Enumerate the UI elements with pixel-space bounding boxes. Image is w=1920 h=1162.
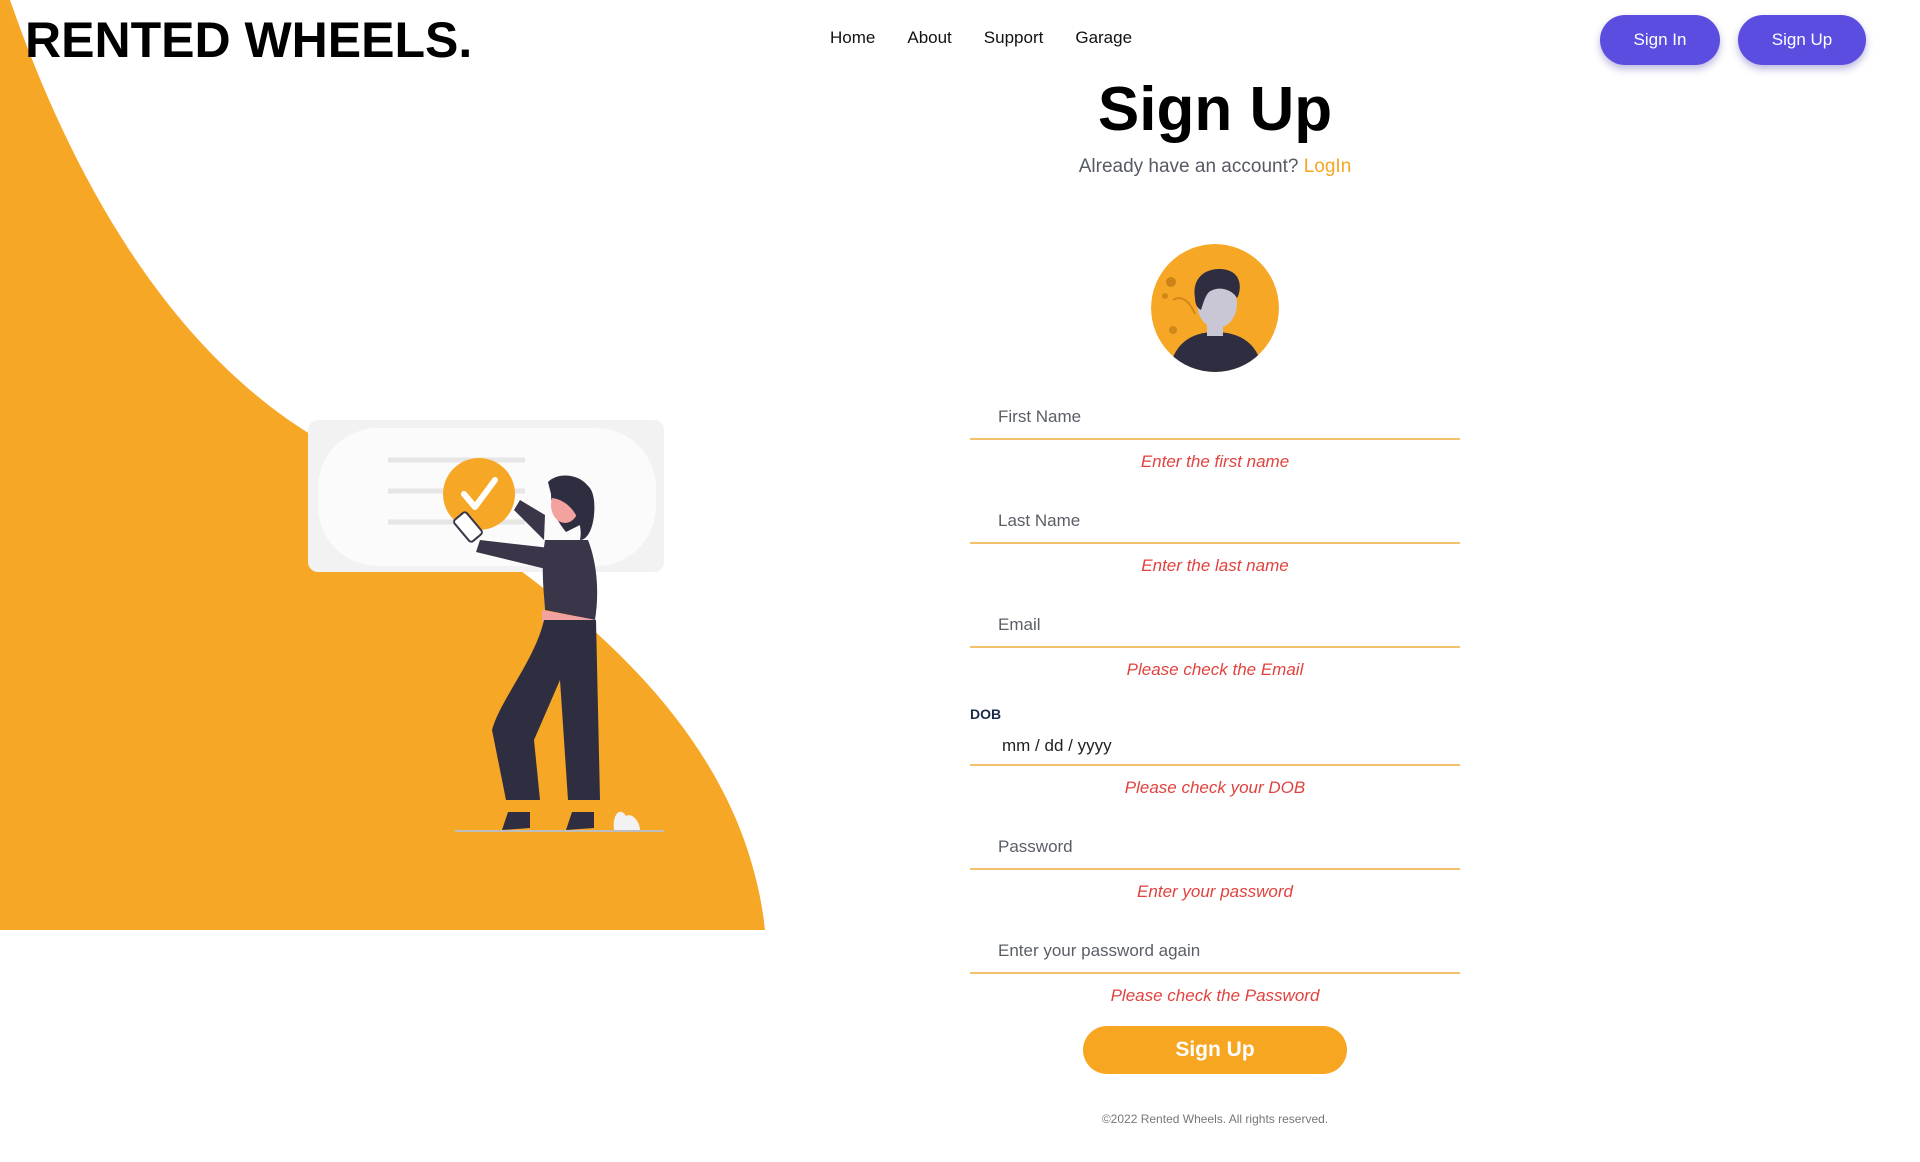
last-name-field[interactable] [970,500,1460,544]
nav-link-support[interactable]: Support [984,28,1044,48]
first-name-error: Enter the first name [1140,452,1290,471]
sign-up-submit-button[interactable]: Sign Up [1083,1026,1347,1074]
sign-in-button[interactable]: Sign In [1600,15,1720,65]
footer-copyright: ©2022 Rented Wheels. All rights reserved… [1101,1112,1329,1126]
signup-form: Sign Up Already have an account? LogIn F… [970,70,1460,1126]
main-nav: Home About Support Garage [830,28,1132,48]
last-name-group: Enter the last name [970,500,1460,576]
hero-illustration [0,0,765,930]
password-confirm-group: Please check the Password [970,930,1460,1006]
checkmark-icon [443,458,515,530]
page-title: Sign Up [1097,75,1333,144]
first-name-group: Enter the first name [970,396,1460,472]
password-field[interactable] [970,826,1460,870]
avatar-container [970,244,1460,372]
submit-container: Sign Up [970,1026,1460,1074]
user-avatar-icon [1151,244,1279,372]
password-confirm-error: Please check the Password [1110,986,1320,1005]
dob-field[interactable]: mm / dd / yyyy [970,726,1460,766]
email-group: Please check the Email [970,604,1460,680]
password-error: Enter your password [1137,882,1293,901]
nav-link-about[interactable]: About [907,28,951,48]
auth-buttons: Sign In Sign Up [1600,15,1866,65]
password-group: Enter your password [970,826,1460,902]
dob-group: DOB mm / dd / yyyy Please check your DOB [970,706,1460,798]
dob-error: Please check your DOB [1124,778,1306,797]
sign-up-nav-button[interactable]: Sign Up [1738,15,1866,65]
email-field[interactable] [970,604,1460,648]
password-confirm-field[interactable] [970,930,1460,974]
first-name-field[interactable] [970,396,1460,440]
nav-link-garage[interactable]: Garage [1075,28,1132,48]
brand-logo[interactable]: RENTED WHEELS. [25,10,472,70]
login-prompt: Already have an account? LogIn [970,156,1460,178]
login-link[interactable]: LogIn [1304,156,1352,177]
dob-label: DOB [970,706,1002,722]
signup-page: RENTED WHEELS. Home About Support Garage… [0,0,1920,1162]
login-prompt-text: Already have an account? [1078,156,1299,177]
last-name-error: Enter the last name [1141,556,1289,575]
email-error: Please check the Email [1126,660,1304,679]
nav-link-home[interactable]: Home [830,28,875,48]
